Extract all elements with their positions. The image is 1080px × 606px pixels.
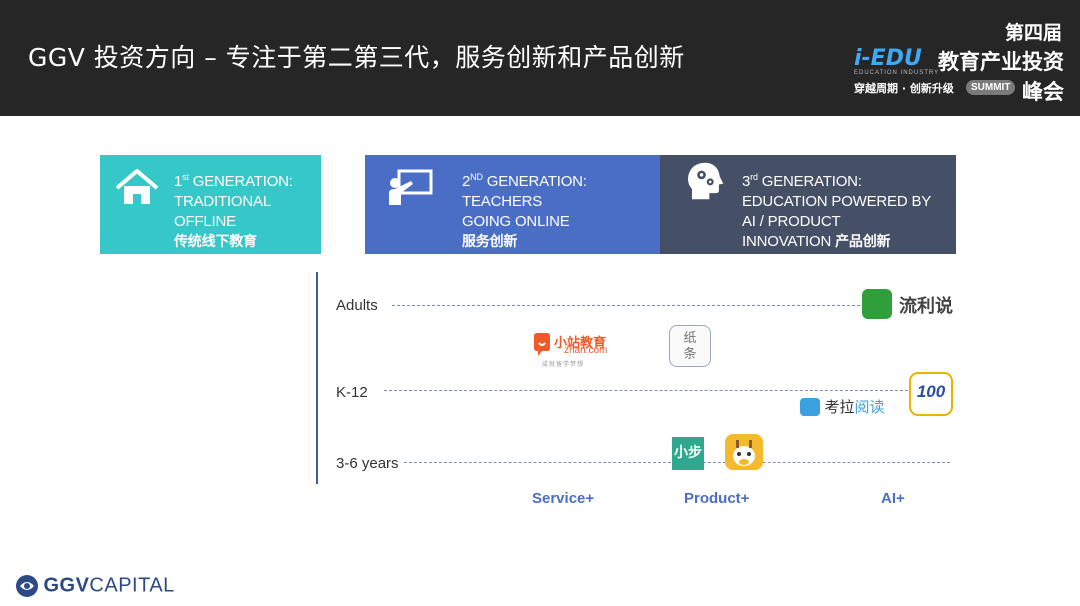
xiaozhan-logo: 小站教育 zhan.com 成就留学梦想: [532, 332, 612, 368]
ggv-mark-icon: [16, 575, 38, 597]
head-gears-icon: [688, 162, 724, 200]
summit-logo: 第四届 i-EDU 教育产业投资 EDUCATION INDUSTRY 穿越周期…: [854, 18, 1066, 104]
giraffe-icon: [733, 440, 755, 466]
row-line-adults: [392, 305, 860, 306]
liulishuo-logo-text: 流利说: [899, 296, 953, 317]
house-icon: [115, 169, 159, 204]
generation-3-box: 3rd GENERATION: EDUCATION POWERED BY AI …: [660, 155, 956, 254]
yiqi-100-logo: 100: [909, 372, 953, 416]
column-label-service: Service+: [532, 490, 595, 507]
row-label-3-6-years: 3-6 years: [336, 455, 399, 472]
teacher-board-icon: [389, 169, 433, 205]
slide-title: GGV 投资方向 – 专注于第二第三代，服务创新和产品创新: [28, 43, 685, 72]
summit-sub: EDUCATION INDUSTRY: [854, 70, 940, 76]
column-label-product: Product+: [684, 490, 750, 507]
kaola-house-icon: [800, 397, 820, 416]
summit-edition: 第四届: [1004, 22, 1062, 44]
summit-name: 教育产业投资: [938, 50, 1064, 74]
generation-2-box: 2ND GENERATION: TEACHERS GOING ONLINE 服务…: [365, 155, 660, 254]
row-label-adults: Adults: [336, 297, 378, 314]
column-label-ai: AI+: [881, 490, 905, 507]
summit-suffix: 峰会: [1022, 80, 1064, 104]
xiaobu-logo: 小步: [672, 437, 704, 470]
ggv-capital-logo: GGVCAPITAL: [15, 574, 175, 598]
zhitiao-logo: 纸 条: [669, 325, 711, 367]
vertical-axis: [316, 272, 318, 484]
summit-slogan: 穿越周期 · 创新升级: [854, 82, 954, 95]
header-bar: GGV 投资方向 – 专注于第二第三代，服务创新和产品创新 第四届 i-EDU …: [0, 0, 1080, 116]
kaola-reading-logo: 考拉阅读: [800, 396, 884, 417]
generation-3-text: 3rd GENERATION: EDUCATION POWERED BY AI …: [742, 172, 932, 250]
giraffe-app-logo: [725, 434, 763, 470]
row-label-k12: K-12: [336, 384, 368, 401]
summit-brand: i-EDU: [854, 46, 922, 71]
generation-1-box: 1st GENERATION: TRADITIONAL OFFLINE 传统线下…: [100, 155, 321, 254]
generation-1-text: 1st GENERATION: TRADITIONAL OFFLINE 传统线下…: [174, 172, 293, 250]
row-line-k12: [384, 390, 908, 391]
generation-2-text: 2ND GENERATION: TEACHERS GOING ONLINE 服务…: [462, 172, 587, 250]
liulishuo-logo-icon: [862, 289, 892, 319]
xiaozhan-mark-icon: [534, 333, 550, 356]
summit-pill: SUMMIT: [966, 80, 1016, 95]
